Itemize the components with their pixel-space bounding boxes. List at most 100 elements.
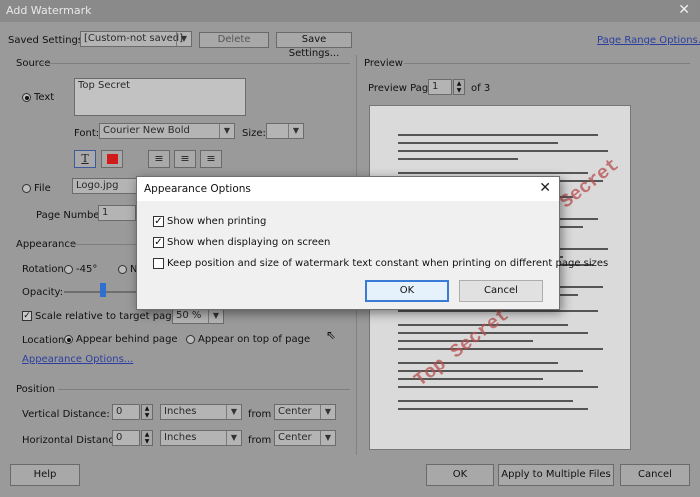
preview-page-label: Preview Page: [368, 83, 435, 94]
preview-page-stepper[interactable]: ▲ ▼: [453, 79, 465, 95]
text-radio[interactable]: [22, 93, 31, 102]
align-center-button[interactable]: ≡: [174, 150, 196, 168]
align-right-button[interactable]: ≡: [200, 150, 222, 168]
position-divider: [58, 389, 350, 390]
appearance-options-link[interactable]: Appearance Options...: [22, 354, 133, 365]
horizontal-unit-select[interactable]: Inches ▼: [160, 430, 242, 446]
vertical-from-value: Center: [278, 406, 312, 417]
keep-position-checkbox[interactable]: [153, 258, 164, 269]
color-swatch-icon: [106, 154, 118, 164]
horizontal-from-select[interactable]: Center ▼: [274, 430, 336, 446]
window-title: Add Watermark: [6, 4, 92, 17]
horizontal-distance-stepper[interactable]: ▲ ▼: [141, 430, 153, 446]
preview-text-line: [398, 400, 573, 402]
dialog-titlebar: Appearance Options ✕: [137, 177, 559, 201]
horizontal-from-label: from: [248, 435, 272, 446]
window-titlebar: Add Watermark ✕: [0, 0, 700, 22]
show-on-screen-checkbox[interactable]: ✓: [153, 237, 164, 248]
chevron-down-icon: ▼: [320, 405, 335, 419]
vertical-from-select[interactable]: Center ▼: [274, 404, 336, 420]
chevron-down-icon: ▼: [226, 405, 241, 419]
font-value: Courier New Bold: [103, 125, 190, 136]
vertical-from-label: from: [248, 409, 272, 420]
vertical-distance-stepper[interactable]: ▲ ▼: [141, 404, 153, 420]
preview-text-line: [398, 172, 588, 174]
keep-position-label: Keep position and size of watermark text…: [167, 258, 609, 269]
apply-multiple-files-button[interactable]: Apply to Multiple Files: [498, 464, 614, 486]
horizontal-unit-value: Inches: [164, 432, 197, 443]
file-path-input[interactable]: Logo.jpg: [72, 178, 138, 194]
rotation-minus45-label: -45°: [76, 264, 98, 275]
preview-text-line: [398, 158, 518, 160]
horizontal-from-value: Center: [278, 432, 312, 443]
delete-button[interactable]: Delete: [199, 32, 269, 48]
align-center-icon: ≡: [180, 152, 190, 165]
preview-text-line: [398, 348, 603, 350]
font-label: Font:: [74, 128, 100, 139]
show-on-screen-label: Show when displaying on screen: [167, 237, 331, 248]
page-number-label: Page Number:: [36, 210, 107, 221]
vertical-distance-input[interactable]: 0: [112, 404, 140, 420]
file-radio-label: File: [34, 183, 51, 194]
horizontal-distance-label: Horizontal Distance:: [22, 435, 124, 446]
preview-divider: [404, 63, 690, 64]
saved-settings-select[interactable]: [Custom-not saved] ▼: [80, 31, 192, 47]
rotation-label: Rotation:: [22, 264, 68, 275]
help-button[interactable]: Help: [10, 464, 80, 486]
text-color-button[interactable]: [101, 150, 123, 168]
size-label: Size:: [242, 128, 266, 139]
vertical-distance-label: Vertical Distance:: [22, 409, 110, 420]
scale-checkbox[interactable]: ✓: [22, 311, 32, 321]
chevron-down-icon: ▼: [176, 32, 191, 46]
opacity-slider-thumb[interactable]: [99, 283, 106, 297]
file-radio[interactable]: [22, 184, 31, 193]
dialog-ok-button[interactable]: OK: [365, 280, 449, 302]
scale-select[interactable]: 50 % ▼: [172, 308, 224, 324]
chevron-down-icon: ▼: [320, 431, 335, 445]
appear-ontop-radio[interactable]: [186, 335, 195, 344]
cancel-button[interactable]: Cancel: [620, 464, 690, 486]
align-left-button[interactable]: ≡: [148, 150, 170, 168]
align-right-icon: ≡: [206, 152, 216, 165]
source-divider: [40, 63, 350, 64]
horizontal-distance-input[interactable]: 0: [112, 430, 140, 446]
chevron-down-icon: ▼: [288, 124, 303, 138]
font-select[interactable]: Courier New Bold ▼: [99, 123, 235, 139]
watermark-text-input[interactable]: Top Secret: [74, 78, 246, 116]
text-format-icon: T: [81, 152, 89, 165]
saved-settings-value: [Custom-not saved]: [84, 33, 184, 44]
rotation-none-radio[interactable]: [118, 265, 127, 274]
appearance-heading: Appearance: [16, 239, 77, 250]
opacity-label: Opacity:: [22, 287, 64, 298]
preview-text-line: [398, 408, 588, 410]
appear-ontop-label: Appear on top of page: [198, 334, 311, 345]
preview-heading: Preview: [364, 58, 403, 69]
scale-label: Scale relative to target page: [35, 311, 178, 322]
window-close-icon[interactable]: ✕: [678, 2, 690, 18]
preview-page-input[interactable]: 1: [428, 79, 452, 95]
text-format-button[interactable]: T: [74, 150, 96, 168]
appear-behind-label: Appear behind page: [76, 334, 178, 345]
dialog-close-icon[interactable]: ✕: [539, 180, 551, 196]
chevron-down-icon: ▼: [226, 431, 241, 445]
save-settings-button[interactable]: Save Settings...: [276, 32, 352, 59]
vertical-unit-select[interactable]: Inches ▼: [160, 404, 242, 420]
ok-button[interactable]: OK: [426, 464, 494, 486]
text-radio-label: Text: [34, 92, 55, 103]
preview-page-total: of 3: [471, 83, 491, 94]
dialog-cancel-button[interactable]: Cancel: [459, 280, 543, 302]
scale-value: 50 %: [176, 310, 202, 321]
appear-behind-radio[interactable]: [64, 335, 73, 344]
size-select[interactable]: ▼: [266, 123, 304, 139]
location-label: Location:: [22, 335, 68, 346]
page-range-options-link[interactable]: Page Range Options...: [597, 35, 700, 46]
saved-settings-label: Saved Settings:: [8, 35, 87, 46]
rotation-minus45-radio[interactable]: [64, 265, 73, 274]
dialog-title: Appearance Options: [144, 183, 251, 195]
position-heading: Position: [16, 384, 55, 395]
preview-text-line: [398, 134, 598, 136]
chevron-down-icon: ▼: [219, 124, 234, 138]
preview-text-line: [398, 150, 608, 152]
show-when-printing-checkbox[interactable]: ✓: [153, 216, 164, 227]
page-number-input[interactable]: 1: [98, 205, 136, 221]
